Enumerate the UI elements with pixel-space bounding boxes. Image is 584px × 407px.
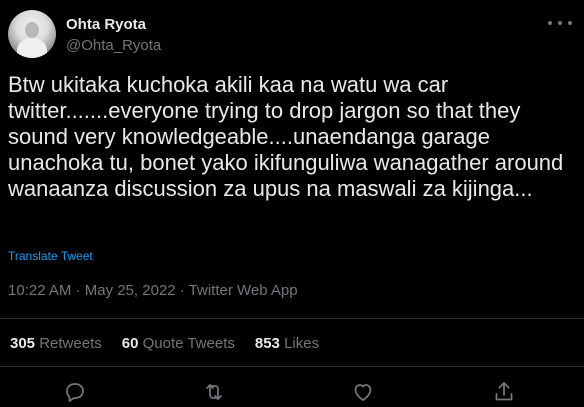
- avatar[interactable]: [8, 10, 56, 58]
- quote-tweets-count: 60: [121, 335, 139, 352]
- translate-tweet-link[interactable]: Translate Tweet: [8, 249, 93, 263]
- tweet-text: Btw ukitaka kuchoka akili kaa na watu wa…: [8, 72, 570, 201]
- like-icon[interactable]: [351, 380, 375, 404]
- likes-stat[interactable]: 853 Likes: [255, 335, 319, 352]
- avatar-body: [17, 38, 47, 58]
- more-icon[interactable]: [548, 14, 572, 32]
- likes-label: Likes: [284, 335, 320, 352]
- tweet-stats: 305 Retweets 60 Quote Tweets 853 Likes: [10, 335, 319, 352]
- retweets-stat[interactable]: 305 Retweets: [10, 335, 102, 352]
- retweets-count: 305: [10, 335, 36, 352]
- tweet-header: Ohta Ryota @Ohta_Ryota: [8, 10, 576, 60]
- divider: [0, 366, 584, 367]
- author-names: Ohta Ryota @Ohta_Ryota: [66, 16, 161, 56]
- tweet: Ohta Ryota @Ohta_Ryota Btw ukitaka kucho…: [0, 0, 584, 407]
- more-dot: [548, 21, 552, 25]
- reply-icon[interactable]: [63, 380, 87, 404]
- quote-tweets-label: Quote Tweets: [142, 335, 235, 352]
- avatar-face: [25, 22, 39, 38]
- quote-tweets-stat[interactable]: 60 Quote Tweets: [122, 335, 235, 352]
- tweet-timestamp[interactable]: 10:22 AM · May 25, 2022 · Twitter Web Ap…: [8, 282, 298, 299]
- divider: [0, 318, 584, 319]
- author-display-name[interactable]: Ohta Ryota: [66, 16, 161, 34]
- tweet-actions: [0, 378, 584, 406]
- share-icon[interactable]: [492, 380, 516, 404]
- likes-count: 853: [254, 335, 280, 352]
- more-dot: [568, 21, 572, 25]
- more-dot: [558, 21, 562, 25]
- author-handle[interactable]: @Ohta_Ryota: [66, 36, 161, 56]
- retweet-icon[interactable]: [202, 380, 226, 404]
- retweets-label: Retweets: [39, 335, 102, 352]
